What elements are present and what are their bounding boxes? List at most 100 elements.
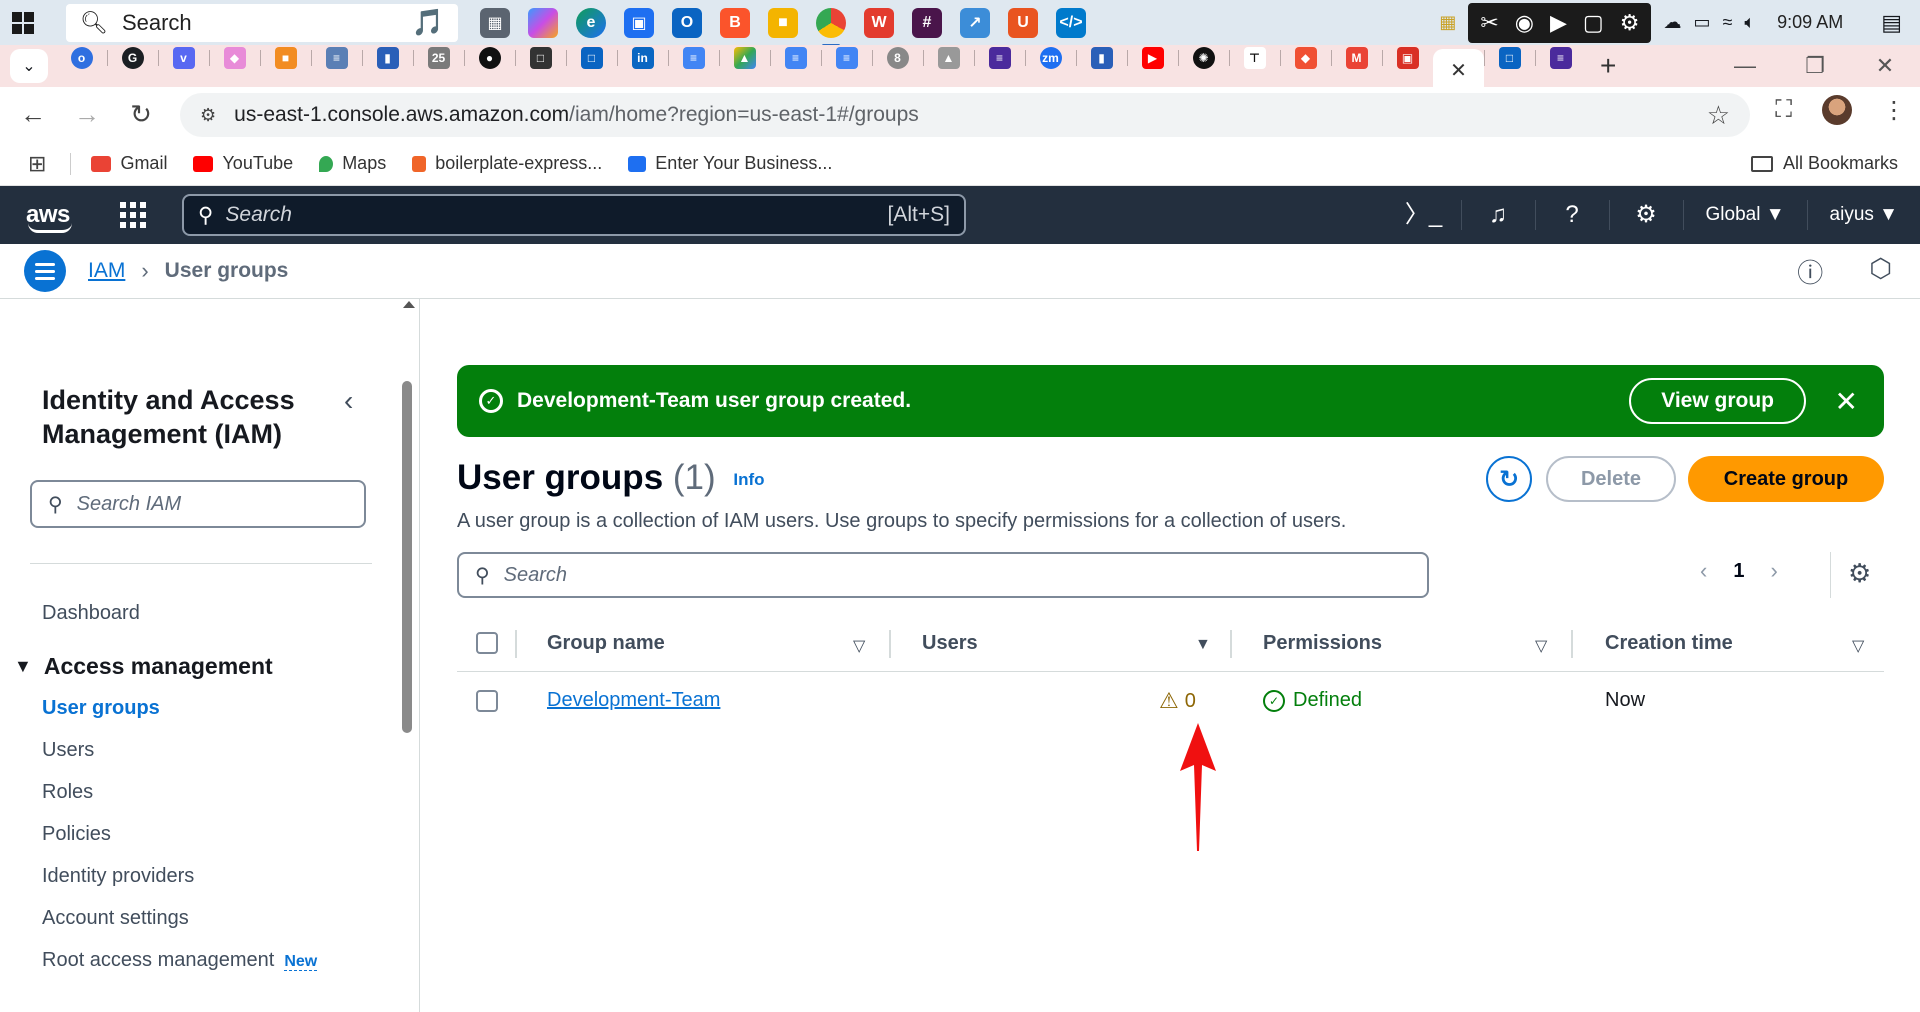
column-group-name[interactable]: Group name <box>547 632 665 655</box>
scrollbar-thumb[interactable] <box>402 381 412 733</box>
page-number[interactable]: 1 <box>1733 560 1744 583</box>
nav-account-settings[interactable]: Account settings <box>42 907 189 930</box>
view-group-button[interactable]: View group <box>1629 378 1806 424</box>
tab[interactable]: ■ <box>260 41 311 75</box>
extensions-icon[interactable]: ⛶ <box>1775 96 1792 124</box>
tab[interactable]: ▮ <box>362 41 413 75</box>
bookmark-youtube[interactable]: YouTube <box>193 153 293 174</box>
collapse-chevron-icon[interactable]: ‹ <box>344 385 353 417</box>
tab[interactable]: ● <box>464 41 515 75</box>
create-group-button[interactable]: Create group <box>1688 456 1884 502</box>
tab[interactable]: ◆ <box>209 41 260 75</box>
wps-icon[interactable]: W <box>864 7 894 38</box>
tab[interactable]: zm <box>1025 41 1076 75</box>
nav-policies[interactable]: Policies <box>42 823 111 846</box>
nav-root-access-management[interactable]: Root access management New <box>42 949 318 972</box>
tab[interactable]: 8 <box>872 41 923 75</box>
camera-icon[interactable]: ◉ <box>1515 10 1534 36</box>
gear-icon[interactable]: ⚙ <box>1620 10 1640 36</box>
row-checkbox[interactable] <box>476 690 498 712</box>
cloudshell-icon[interactable]: 〉_ <box>1387 200 1461 230</box>
tab-search-chevron-icon[interactable]: ⌄ <box>10 49 48 83</box>
tab[interactable]: ▲ <box>923 41 974 75</box>
copilot-icon[interactable] <box>528 7 558 38</box>
bookmark-boilerplate[interactable]: boilerplate-express... <box>412 153 602 174</box>
info-icon[interactable]: ⓘ <box>1797 253 1823 290</box>
brave-icon[interactable]: B <box>720 7 750 38</box>
tab[interactable]: M <box>1331 41 1382 75</box>
column-creation-time[interactable]: Creation time <box>1605 632 1733 655</box>
tab[interactable]: ≡ <box>770 41 821 75</box>
aws-logo[interactable]: aws <box>26 201 76 233</box>
tab[interactable]: 25 <box>413 41 464 75</box>
tab[interactable]: ✺ <box>1178 41 1229 75</box>
tab[interactable]: ≡ <box>821 41 872 75</box>
video-icon[interactable]: ▶ <box>1550 10 1567 36</box>
sort-caret-icon[interactable]: ▼ <box>1195 636 1211 654</box>
hexagon-icon[interactable]: ⬡ <box>1869 253 1892 290</box>
new-tab-button[interactable]: + <box>1600 50 1616 82</box>
settings-gear-icon[interactable]: ⚙ <box>1608 200 1683 230</box>
tab[interactable]: ◆ <box>1280 41 1331 75</box>
tab[interactable]: □ <box>566 41 617 75</box>
remote-desktop-icon[interactable]: ↗ <box>960 7 990 38</box>
select-all-checkbox[interactable] <box>476 632 498 654</box>
services-grid-icon[interactable] <box>120 202 146 228</box>
reload-icon[interactable]: ↻ <box>114 99 168 130</box>
side-scrollbar[interactable] <box>400 299 416 1012</box>
all-bookmarks[interactable]: All Bookmarks <box>1750 153 1898 174</box>
tab[interactable]: o <box>56 41 107 75</box>
ubuntu-icon[interactable]: U <box>1008 7 1038 38</box>
minimize-icon[interactable]: — <box>1710 45 1780 87</box>
slack-icon[interactable]: # <box>912 7 942 38</box>
tab[interactable]: ≡ <box>311 41 362 75</box>
tab[interactable]: ≡ <box>668 41 719 75</box>
task-view-icon[interactable]: ▦ <box>480 7 510 38</box>
bell-icon[interactable]: ♫ <box>1460 200 1535 230</box>
sort-caret-icon[interactable]: ▽ <box>1535 636 1547 656</box>
tab[interactable]: ▶ <box>1127 41 1178 75</box>
address-bar[interactable]: ⚙ us-east-1.console.aws.amazon.com/iam/h… <box>180 93 1750 137</box>
tab[interactable]: ▲ <box>719 41 770 75</box>
nav-users[interactable]: Users <box>42 739 94 762</box>
groups-search-input[interactable]: ⚲ Search <box>457 552 1429 598</box>
bookmark-star-icon[interactable]: ☆ <box>1707 100 1730 131</box>
weather-icon[interactable]: ☁ <box>1663 12 1681 33</box>
restore-icon[interactable]: ❐ <box>1780 45 1850 87</box>
nav-identity-providers[interactable]: Identity providers <box>42 865 194 888</box>
windows-start-button[interactable] <box>0 0 46 45</box>
tab[interactable]: ≡ <box>974 41 1025 75</box>
back-arrow-icon[interactable]: ← <box>6 99 60 130</box>
battery-icon[interactable]: ▭ <box>1693 12 1710 33</box>
delete-button[interactable]: Delete <box>1546 456 1676 502</box>
account-menu[interactable]: aiyus ▼ <box>1806 200 1920 230</box>
edge-icon[interactable]: e <box>576 7 606 38</box>
volume-icon[interactable]: 🔈︎ <box>1744 12 1755 33</box>
nav-roles[interactable]: Roles <box>42 781 93 804</box>
tab[interactable]: □ <box>1484 41 1535 75</box>
active-tab-close-icon[interactable]: ✕ <box>1433 49 1484 91</box>
bookmark-gmail[interactable]: Gmail <box>91 153 167 174</box>
tab[interactable]: ▮ <box>1076 41 1127 75</box>
hamburger-menu-button[interactable] <box>24 250 66 292</box>
chrome-icon[interactable] <box>816 7 846 47</box>
group-name-link[interactable]: Development-Team <box>547 689 720 712</box>
column-permissions[interactable]: Permissions <box>1263 632 1382 655</box>
snip-icon[interactable]: ✂ <box>1480 10 1498 36</box>
vscode-icon[interactable]: </> <box>1056 7 1086 38</box>
refresh-button[interactable]: ↻ <box>1486 456 1532 502</box>
tab[interactable]: v <box>158 41 209 75</box>
tab[interactable]: □ <box>515 41 566 75</box>
wifi-icon[interactable]: ≈ <box>1722 12 1732 33</box>
nav-dashboard[interactable]: Dashboard <box>42 602 140 625</box>
sort-caret-icon[interactable]: ▽ <box>1852 636 1864 656</box>
window-icon[interactable]: ▢ <box>1583 10 1604 36</box>
close-icon[interactable]: ✕ <box>1835 385 1858 418</box>
site-info-icon[interactable]: ⚙ <box>200 105 216 126</box>
nav-user-groups[interactable]: User groups <box>42 697 160 720</box>
store-icon[interactable]: ▣ <box>624 7 654 38</box>
bookmark-business[interactable]: Enter Your Business... <box>628 153 832 174</box>
next-page-icon[interactable]: › <box>1770 558 1777 584</box>
tab[interactable]: ≡ <box>1535 41 1586 75</box>
scroll-up-arrow-icon[interactable] <box>403 301 415 308</box>
